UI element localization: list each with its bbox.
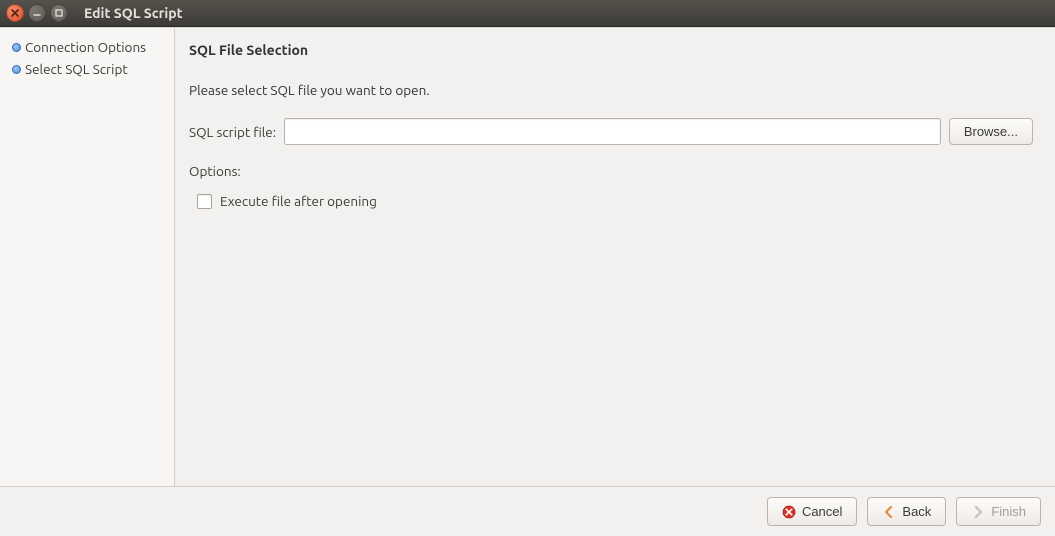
maximize-icon[interactable] bbox=[50, 4, 68, 22]
execute-checkbox-row[interactable]: Execute file after opening bbox=[189, 193, 1033, 209]
file-label: SQL script file: bbox=[189, 124, 276, 140]
chevron-right-icon bbox=[971, 505, 985, 519]
titlebar: Edit SQL Script bbox=[0, 0, 1055, 27]
dialog-footer: Cancel Back Finish bbox=[0, 486, 1055, 536]
cancel-button[interactable]: Cancel bbox=[767, 497, 857, 526]
back-button-label: Back bbox=[902, 504, 931, 519]
finish-button-label: Finish bbox=[991, 504, 1026, 519]
page-heading: SQL File Selection bbox=[189, 42, 1033, 58]
browse-button-label: Browse... bbox=[964, 124, 1018, 139]
minimize-icon[interactable] bbox=[28, 4, 46, 22]
cancel-icon bbox=[782, 505, 796, 519]
bullet-icon bbox=[12, 43, 21, 52]
instruction-text: Please select SQL file you want to open. bbox=[189, 82, 1033, 98]
bullet-icon bbox=[12, 65, 21, 74]
browse-button[interactable]: Browse... bbox=[949, 118, 1033, 145]
chevron-left-icon bbox=[882, 505, 896, 519]
options-label: Options: bbox=[189, 163, 1033, 179]
finish-button: Finish bbox=[956, 497, 1041, 526]
sidebar-item-label: Select SQL Script bbox=[25, 61, 128, 77]
execute-checkbox-label: Execute file after opening bbox=[220, 193, 377, 209]
sidebar-item-connection-options[interactable]: Connection Options bbox=[0, 36, 174, 58]
back-button[interactable]: Back bbox=[867, 497, 946, 526]
file-row: SQL script file: Browse... bbox=[189, 118, 1033, 145]
close-icon[interactable] bbox=[6, 4, 24, 22]
sidebar-item-label: Connection Options bbox=[25, 39, 146, 55]
sql-file-input[interactable] bbox=[284, 118, 941, 145]
cancel-button-label: Cancel bbox=[802, 504, 842, 519]
execute-checkbox[interactable] bbox=[197, 194, 212, 209]
sidebar-item-select-sql-script[interactable]: Select SQL Script bbox=[0, 58, 174, 80]
wizard-sidebar: Connection Options Select SQL Script bbox=[0, 28, 175, 486]
window-title: Edit SQL Script bbox=[84, 5, 183, 21]
dialog-body: Connection Options Select SQL Script SQL… bbox=[0, 27, 1055, 536]
main-panel: SQL File Selection Please select SQL fil… bbox=[175, 28, 1055, 486]
